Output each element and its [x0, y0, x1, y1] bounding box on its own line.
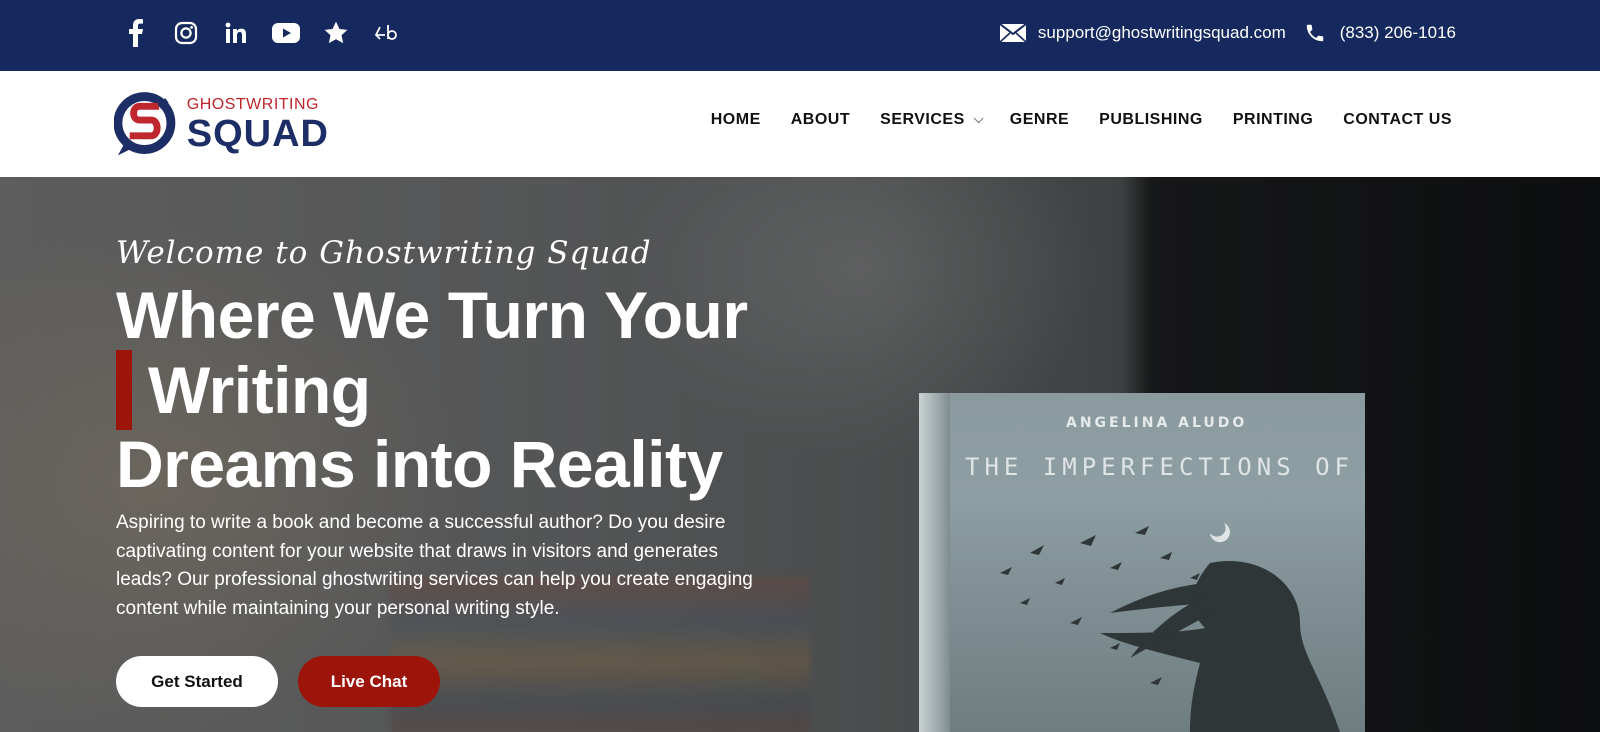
- facebook-icon[interactable]: [122, 18, 150, 48]
- headline-line-1: Where We Turn Your: [116, 278, 748, 352]
- chevron-down-icon: [973, 112, 984, 123]
- nav-item-about[interactable]: ABOUT: [791, 111, 850, 129]
- social-links: [122, 18, 422, 48]
- book-silhouette-art: [1000, 523, 1340, 732]
- headline-line-2-row: Writing: [116, 350, 748, 430]
- site-header: GHOSTWRITING SQUAD HOME ABOUT SERVICES G…: [0, 71, 1600, 177]
- nav-item-services[interactable]: SERVICES: [880, 111, 984, 129]
- goodreads-icon[interactable]: [372, 18, 400, 48]
- hero-section: Welcome to Ghostwriting Squad Where We T…: [0, 177, 1600, 732]
- envelope-icon: [998, 20, 1028, 46]
- support-email-link[interactable]: support@ghostwritingsquad.com: [1038, 23, 1286, 43]
- nav-item-genre[interactable]: GENRE: [1010, 111, 1069, 129]
- book-cover-image: ANGELINA ALUDO THE IMPERFECTIONS OF: [919, 393, 1365, 732]
- logo-wordmark-top: GHOSTWRITING: [186, 96, 319, 113]
- youtube-icon[interactable]: [272, 18, 300, 48]
- headline-accent-bar: [116, 350, 132, 430]
- logo-mark-icon: [114, 92, 176, 156]
- book-spine: [920, 393, 950, 732]
- contact-info: support@ghostwritingsquad.com (833) 206-…: [998, 20, 1456, 46]
- instagram-icon[interactable]: [172, 18, 200, 48]
- book-author: ANGELINA ALUDO: [1066, 415, 1248, 431]
- top-bar: support@ghostwritingsquad.com (833) 206-…: [0, 0, 1600, 71]
- nav-item-services-label: SERVICES: [880, 111, 965, 128]
- get-started-button[interactable]: Get Started: [116, 656, 278, 707]
- hero-description: Aspiring to write a book and become a su…: [116, 512, 753, 619]
- nav-item-contact-us[interactable]: CONTACT US: [1343, 111, 1452, 129]
- phone-number-link[interactable]: (833) 206-1016: [1340, 23, 1456, 43]
- star-icon[interactable]: [322, 18, 350, 48]
- linkedin-icon[interactable]: [222, 18, 250, 48]
- nav-item-home[interactable]: HOME: [711, 111, 761, 129]
- phone-icon: [1300, 20, 1330, 46]
- logo-wordmark-bottom: SQUAD: [186, 113, 329, 155]
- headline-line-3: Dreams into Reality: [116, 427, 723, 501]
- hero-headline: Where We Turn Your Writing Dreams into R…: [116, 281, 748, 499]
- nav-item-publishing[interactable]: PUBLISHING: [1099, 111, 1203, 129]
- nav-item-printing[interactable]: PRINTING: [1233, 111, 1313, 129]
- hero-welcome-text: Welcome to Ghostwriting Squad: [116, 235, 652, 271]
- headline-line-2: Writing: [148, 352, 371, 427]
- site-logo[interactable]: GHOSTWRITING SQUAD: [114, 89, 329, 161]
- live-chat-button[interactable]: Live Chat: [298, 656, 440, 707]
- main-nav: HOME ABOUT SERVICES GENRE PUBLISHING PRI…: [711, 111, 1452, 129]
- book-title: THE IMPERFECTIONS OF: [965, 453, 1354, 481]
